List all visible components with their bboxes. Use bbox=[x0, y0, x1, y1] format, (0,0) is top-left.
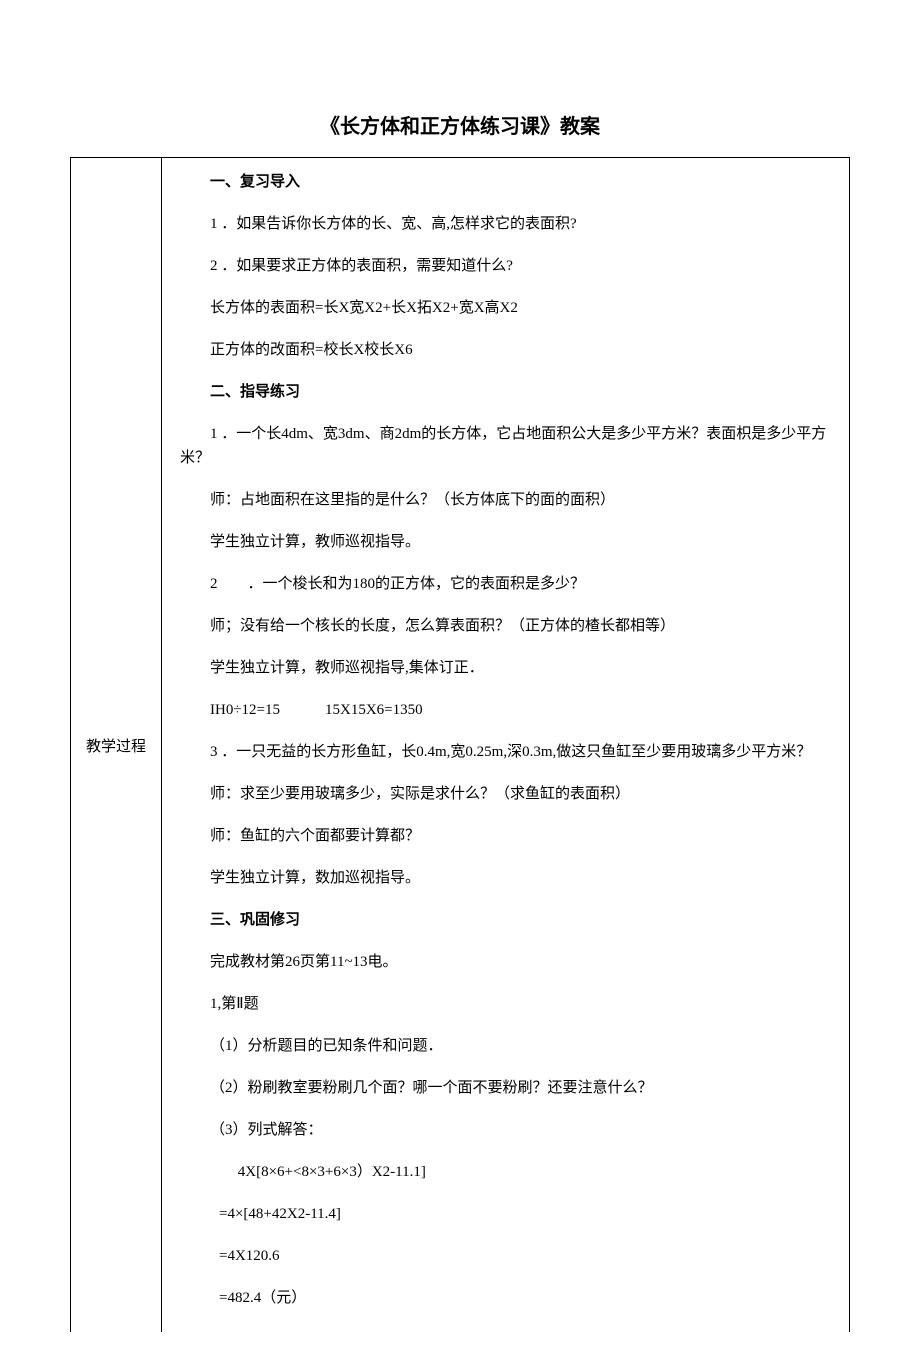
content-body: 一、复习导入 1 ．如果告诉你长方体的长、宽、高,怎样求它的表面积? 2 ．如果… bbox=[180, 170, 831, 1310]
lesson-table: 教学过程 一、复习导入 1 ．如果告诉你长方体的长、宽、高,怎样求它的表面积? … bbox=[70, 157, 850, 1332]
page: 《长方体和正方体练习课》教案 教学过程 一、复习导入 1 ．如果告诉你长方体的长… bbox=[0, 0, 920, 1372]
heading-text: 三、巩固修习 bbox=[210, 912, 300, 928]
body-line: 2 ．如果要求正方体的表面积，需要知道什么? bbox=[180, 254, 831, 278]
calc-line: =482.4（元） bbox=[180, 1286, 831, 1310]
table-row: 教学过程 一、复习导入 1 ．如果告诉你长方体的长、宽、高,怎样求它的表面积? … bbox=[71, 158, 850, 1333]
calc-line: =4×[48+42X2-11.4] bbox=[180, 1202, 831, 1226]
content-cell: 一、复习导入 1 ．如果告诉你长方体的长、宽、高,怎样求它的表面积? 2 ．如果… bbox=[162, 158, 850, 1333]
body-line: 师：占地面积在这里指的是什么？（长方体底下的面的面积） bbox=[180, 488, 831, 512]
body-line: 3 ．一只无益的长方形鱼缸，长0.4m,宽0.25m,深0.3m,做这只鱼缸至少… bbox=[180, 740, 831, 764]
body-line: 师：鱼缸的六个面都要计算都？ bbox=[180, 824, 831, 848]
section-2-heading: 二、指导练习 bbox=[180, 380, 831, 404]
body-line: 1,第Ⅱ题 bbox=[180, 992, 831, 1016]
body-line: 2 ．一个梭长和为180的正方体，它的表面积是多少？ bbox=[180, 572, 831, 596]
body-line: 学生独立计算，数加巡视指导。 bbox=[180, 866, 831, 890]
heading-text: 一、复习导入 bbox=[210, 174, 300, 190]
body-line: 学生独立计算，教师巡视指导。 bbox=[180, 530, 831, 554]
body-line: 完成教材第26页第11~13电。 bbox=[180, 950, 831, 974]
body-line: （1）分析题目的已知条件和问题． bbox=[180, 1034, 831, 1058]
section-1-heading: 一、复习导入 bbox=[180, 170, 831, 194]
body-line: 1 ．如果告诉你长方体的长、宽、高,怎样求它的表面积? bbox=[180, 212, 831, 236]
section-3-heading: 三、巩固修习 bbox=[180, 908, 831, 932]
body-line: IH0÷12=15 15X15X6=1350 bbox=[180, 698, 831, 722]
page-title: 《长方体和正方体练习课》教案 bbox=[70, 110, 850, 139]
row-label: 教学过程 bbox=[86, 739, 146, 755]
heading-text: 二、指导练习 bbox=[210, 384, 300, 400]
body-line: 师；没有给一个核长的长度，怎么算表面积？（正方体的楂长都相等） bbox=[180, 614, 831, 638]
calc-line: =4X120.6 bbox=[180, 1244, 831, 1268]
body-line: 1 ．一个长4dm、宽3dm、商2dm的长方体，它占地面积公大是多少平方米？表面… bbox=[180, 422, 831, 470]
body-line: （2）粉刷教室要粉刷几个面？哪一个面不要粉刷？还要注意什么？ bbox=[180, 1076, 831, 1100]
body-line: 师：求至少要用玻璃多少，实际是求什么？（求鱼缸的表面积） bbox=[180, 782, 831, 806]
row-label-cell: 教学过程 bbox=[71, 158, 162, 1333]
body-line: 学生独立计算，教师巡视指导,集体订正． bbox=[180, 656, 831, 680]
calc-line: 4X[8×6+<8×3+6×3）X2-11.1] bbox=[180, 1160, 831, 1184]
body-line: 正方体的改面积=校长X校长X6 bbox=[180, 338, 831, 362]
body-line: 长方体的表面积=长X宽X2+长X拓X2+宽X高X2 bbox=[180, 296, 831, 320]
body-line: （3）列式解答： bbox=[180, 1118, 831, 1142]
